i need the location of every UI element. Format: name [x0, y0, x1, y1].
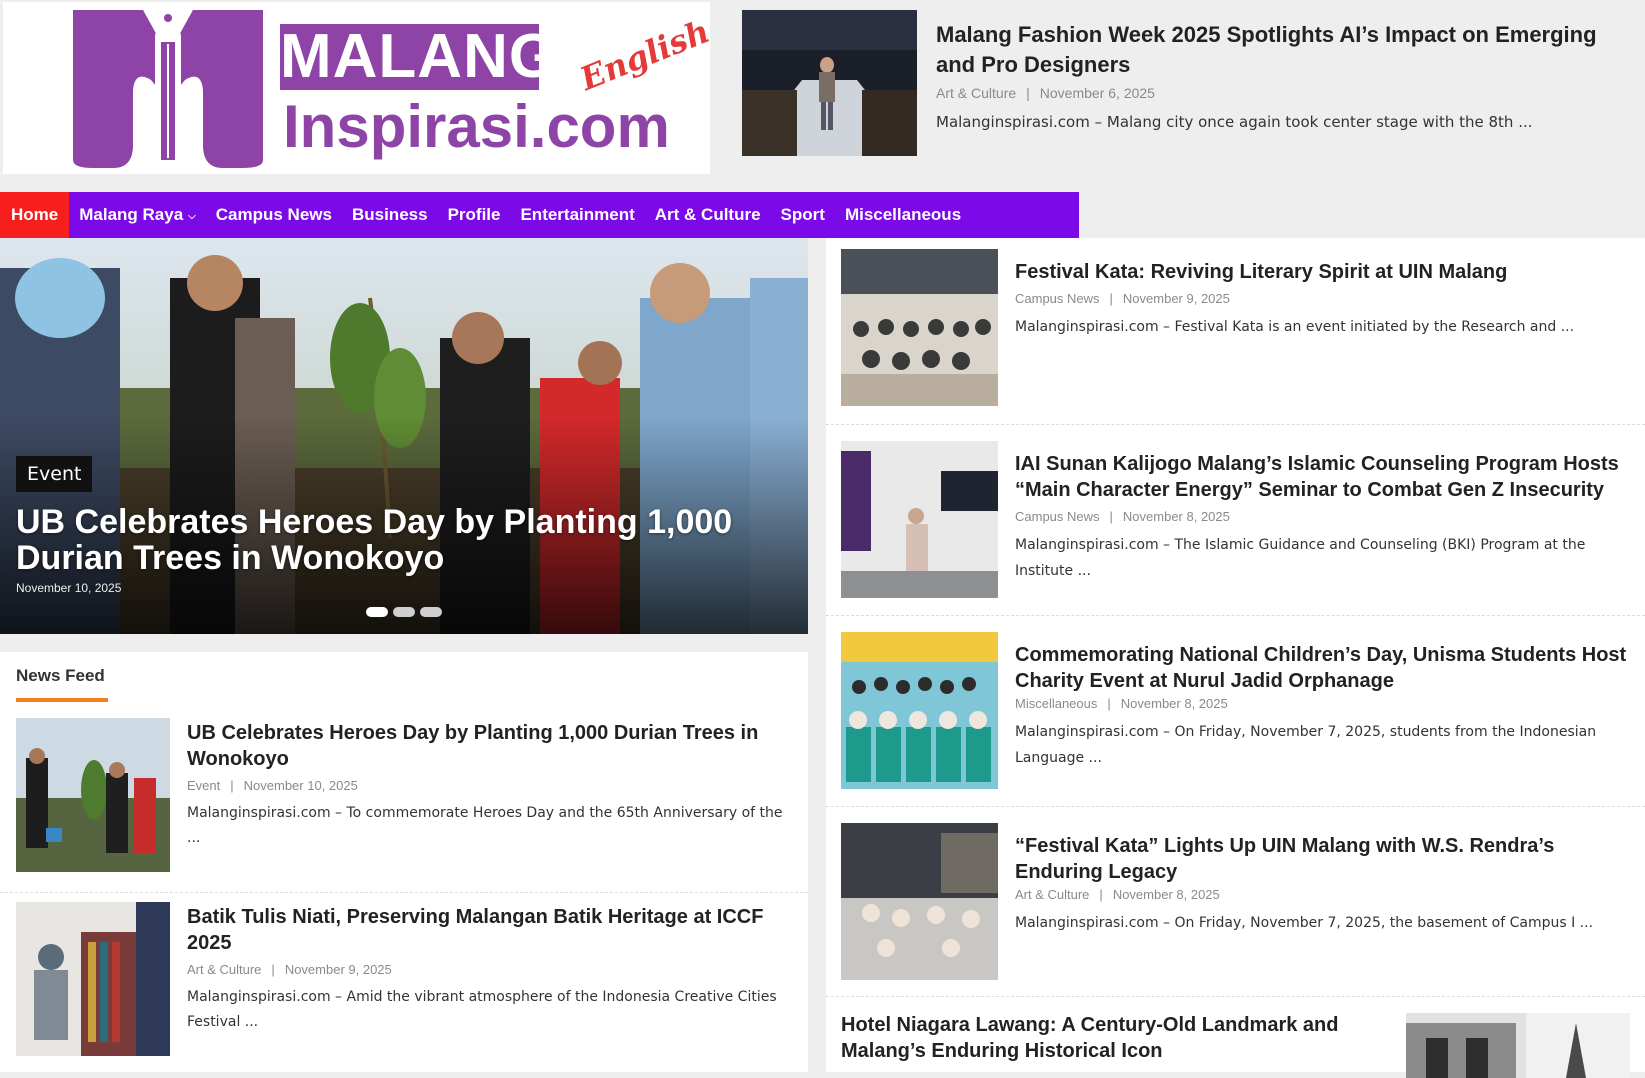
sidebar-divider	[826, 615, 1645, 616]
feed-item[interactable]: UB Celebrates Heroes Day by Planting 1,0…	[16, 718, 796, 878]
feed-item-title[interactable]: Batik Tulis Niati, Preserving Malangan B…	[187, 904, 787, 956]
nav-profile[interactable]: Profile	[438, 192, 511, 238]
nav-home[interactable]: Home	[0, 192, 70, 238]
sidebar-article[interactable]: IAI Sunan Kalijogo Malang’s Islamic Coun…	[841, 441, 1641, 616]
nav-malang-raya-label: Malang Raya	[79, 205, 184, 224]
feed-item-excerpt: Malanginspirasi.com – Amid the vibrant a…	[187, 989, 777, 1030]
news-feed-heading: News Feed	[16, 666, 105, 685]
nav-business[interactable]: Business	[342, 192, 438, 238]
sidebar-article-meta: Miscellaneous | November 8, 2025	[1015, 696, 1228, 711]
nav-campus-news[interactable]: Campus News	[206, 192, 342, 238]
logo-word-inspirasi: Inspirasi.com	[283, 93, 670, 160]
top-article-excerpt: Malanginspirasi.com – Malang city once a…	[936, 113, 1533, 131]
sidebar-article[interactable]: Festival Kata: Reviving Literary Spirit …	[841, 249, 1641, 424]
sidebar-article-meta: Art & Culture | November 8, 2025	[1015, 887, 1220, 902]
sidebar-article-meta: Campus News | November 8, 2025	[1015, 509, 1230, 524]
main-navigation: Home Malang Raya ⌵ Campus News Business …	[0, 192, 1079, 238]
nav-art-culture[interactable]: Art & Culture	[645, 192, 771, 238]
nav-malang-raya[interactable]: Malang Raya ⌵	[69, 192, 206, 238]
article-category[interactable]: Campus News	[1015, 291, 1100, 306]
sidebar-article-title[interactable]: Hotel Niagara Lawang: A Century-Old Land…	[841, 1012, 1381, 1064]
feed-item-meta: Art & Culture | November 9, 2025	[187, 962, 392, 977]
sidebar-article-excerpt: Malanginspirasi.com – On Friday, Novembe…	[1015, 724, 1597, 766]
article-category[interactable]: Art & Culture	[1015, 887, 1089, 902]
sidebar-articles: Festival Kata: Reviving Literary Spirit …	[826, 238, 1645, 1078]
article-category[interactable]: Art & Culture	[936, 85, 1016, 101]
top-article-meta: Art & Culture | November 6, 2025	[936, 85, 1155, 101]
feed-item-meta: Event | November 10, 2025	[187, 778, 358, 793]
sidebar-divider	[826, 806, 1645, 807]
logo-word-malang: MALANG	[280, 22, 559, 91]
feed-item-title[interactable]: UB Celebrates Heroes Day by Planting 1,0…	[187, 720, 787, 772]
nav-entertainment[interactable]: Entertainment	[510, 192, 644, 238]
nav-miscellaneous[interactable]: Miscellaneous	[835, 192, 971, 238]
hero-pagination	[366, 607, 442, 617]
feed-item[interactable]: Batik Tulis Niati, Preserving Malangan B…	[16, 902, 796, 1062]
sidebar-article-thumbnail[interactable]	[841, 823, 998, 980]
article-category[interactable]: Campus News	[1015, 509, 1100, 524]
sidebar-article-thumbnail[interactable]	[841, 632, 998, 789]
article-category[interactable]: Miscellaneous	[1015, 696, 1097, 711]
sidebar-divider	[826, 996, 1645, 997]
slide-dot-2[interactable]	[393, 607, 415, 617]
sidebar-article-title[interactable]: IAI Sunan Kalijogo Malang’s Islamic Coun…	[1015, 451, 1635, 503]
feed-thumbnail[interactable]	[16, 902, 170, 1056]
hero-slider[interactable]: Event UB Celebrates Heroes Day by Planti…	[0, 238, 808, 634]
feed-thumbnail[interactable]	[16, 718, 170, 872]
sidebar-article-meta: Campus News | November 9, 2025	[1015, 291, 1230, 306]
hero-category-badge[interactable]: Event	[16, 456, 93, 492]
sidebar-article-excerpt: Malanginspirasi.com – Festival Kata is a…	[1015, 319, 1575, 335]
news-feed: News Feed UB Celebrates Heroes Day by Pl…	[0, 652, 808, 1072]
slide-dot-1[interactable]	[366, 607, 388, 617]
article-date: November 8, 2025	[1122, 509, 1230, 524]
hero-date: November 10, 2025	[16, 581, 122, 595]
feed-item-excerpt: Malanginspirasi.com – To commemorate Her…	[187, 805, 783, 846]
nav-sport[interactable]: Sport	[771, 192, 835, 238]
article-date: November 8, 2025	[1112, 887, 1220, 902]
top-article[interactable]: Malang Fashion Week 2025 Spotlights AI’s…	[742, 10, 1642, 185]
sidebar-article-title[interactable]: “Festival Kata” Lights Up UIN Malang wit…	[1015, 833, 1635, 885]
article-category[interactable]: Art & Culture	[187, 962, 261, 977]
heading-underline	[16, 698, 108, 702]
article-date: November 10, 2025	[243, 778, 358, 793]
sidebar-article-excerpt: Malanginspirasi.com – On Friday, Novembe…	[1015, 915, 1594, 931]
sidebar-article-title[interactable]: Commemorating National Children’s Day, U…	[1015, 642, 1635, 694]
article-date: November 6, 2025	[1039, 85, 1155, 101]
sidebar-article-thumbnail[interactable]	[1406, 1013, 1630, 1078]
chevron-down-icon: ⌵	[188, 211, 196, 222]
sidebar-article-excerpt: Malanginspirasi.com – The Islamic Guidan…	[1015, 537, 1586, 579]
hero-title[interactable]: UB Celebrates Heroes Day by Planting 1,0…	[16, 504, 736, 576]
sidebar-article-thumbnail[interactable]	[841, 441, 998, 598]
article-category[interactable]: Event	[187, 778, 220, 793]
site-logo[interactable]: MALANG Inspirasi.com English	[3, 2, 715, 174]
sidebar-article[interactable]: “Festival Kata” Lights Up UIN Malang wit…	[841, 823, 1641, 998]
article-date: November 9, 2025	[1122, 291, 1230, 306]
top-article-thumbnail[interactable]	[742, 10, 917, 156]
sidebar-article-thumbnail[interactable]	[841, 249, 998, 406]
sidebar-article[interactable]: Commemorating National Children’s Day, U…	[841, 632, 1641, 807]
article-date: November 8, 2025	[1120, 696, 1228, 711]
feed-divider	[0, 892, 808, 893]
article-date: November 9, 2025	[284, 962, 392, 977]
logo-english-tag: English	[574, 11, 715, 99]
sidebar-divider	[826, 424, 1645, 425]
top-article-title[interactable]: Malang Fashion Week 2025 Spotlights AI’s…	[936, 20, 1626, 80]
sidebar-article-title[interactable]: Festival Kata: Reviving Literary Spirit …	[1015, 259, 1635, 285]
slide-dot-3[interactable]	[420, 607, 442, 617]
logo-mark-icon	[73, 10, 263, 168]
